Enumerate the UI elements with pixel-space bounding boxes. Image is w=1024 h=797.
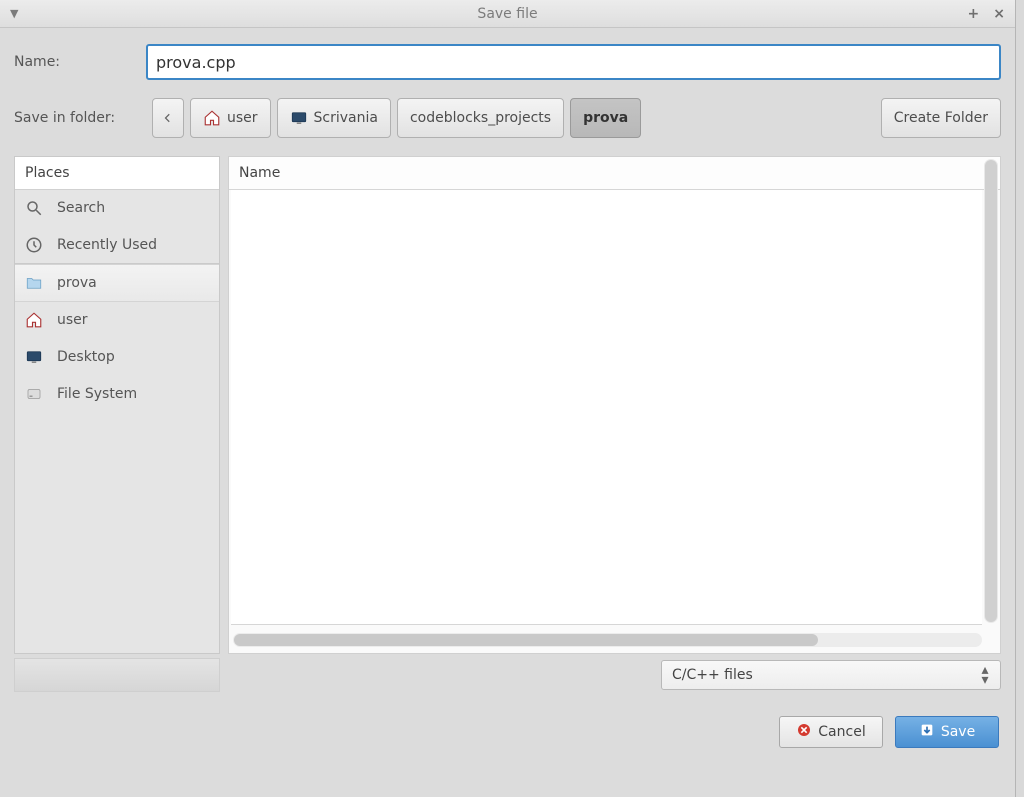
place-label: File System: [57, 386, 137, 402]
dropdown-spinner-icon: ▴▾: [978, 661, 992, 689]
home-icon: [203, 109, 221, 127]
file-list-body[interactable]: [231, 190, 982, 625]
filetype-select[interactable]: C/C++ files ▴▾: [661, 660, 1001, 690]
create-folder-label: Create Folder: [894, 110, 988, 126]
file-list-column-name[interactable]: Name: [229, 157, 1000, 190]
below-list-row: C/C++ files ▴▾: [220, 660, 1001, 692]
window-title: Save file: [477, 6, 537, 22]
path-segment-label: prova: [583, 110, 628, 126]
filetype-selected-label: C/C++ files: [672, 667, 753, 683]
path-back-button[interactable]: [152, 98, 184, 138]
desktop-icon: [25, 348, 43, 366]
places-panel: Places Search Recently Used: [14, 156, 220, 654]
place-label: Search: [57, 200, 105, 216]
plus-icon[interactable]: +: [968, 6, 980, 22]
vertical-scrollbar[interactable]: [984, 159, 998, 623]
search-icon: [25, 199, 43, 217]
path-segment-label: codeblocks_projects: [410, 110, 551, 126]
filename-input[interactable]: [146, 44, 1001, 80]
path-segment-prova[interactable]: prova: [570, 98, 641, 138]
cancel-label: Cancel: [818, 724, 865, 740]
path-segment-label: Scrivania: [314, 110, 378, 126]
place-recent[interactable]: Recently Used: [15, 227, 219, 264]
close-icon[interactable]: ×: [993, 6, 1005, 22]
window-menu-icon[interactable]: ▼: [10, 7, 18, 20]
name-label: Name:: [14, 54, 146, 70]
horizontal-scrollbar[interactable]: [233, 633, 982, 647]
path-segment-codeblocks[interactable]: codeblocks_projects: [397, 98, 564, 138]
cancel-button[interactable]: Cancel: [779, 716, 883, 748]
desktop-icon: [290, 109, 308, 127]
place-user[interactable]: user: [15, 302, 219, 339]
save-icon: [919, 722, 935, 742]
place-desktop[interactable]: Desktop: [15, 339, 219, 376]
dialog-body: Name: Save in folder: user Scrivania: [0, 28, 1015, 748]
home-icon: [25, 311, 43, 329]
places-fill: [15, 413, 219, 653]
chevron-left-icon: [163, 113, 173, 123]
recent-icon: [25, 236, 43, 254]
place-label: Recently Used: [57, 237, 157, 253]
preview-strip: [14, 658, 220, 692]
file-list-panel: Name: [228, 156, 1001, 654]
place-search[interactable]: Search: [15, 190, 219, 227]
save-label: Save: [941, 724, 975, 740]
create-folder-button[interactable]: Create Folder: [881, 98, 1001, 138]
name-row: Name:: [14, 44, 1001, 80]
save-dialog-window: ▼ Save file + × Name: Save in folder: us…: [0, 0, 1016, 797]
file-area: Places Search Recently Used: [14, 156, 1001, 654]
disk-icon: [25, 385, 43, 403]
cancel-icon: [796, 722, 812, 742]
folder-row: Save in folder: user Scrivania codeblock…: [14, 98, 1001, 138]
place-prova[interactable]: prova: [15, 264, 219, 302]
places-header: Places: [15, 157, 219, 190]
scrollbar-thumb[interactable]: [985, 160, 997, 622]
place-label: Desktop: [57, 349, 115, 365]
action-row: Cancel Save: [14, 716, 1001, 748]
path-segment-user[interactable]: user: [190, 98, 271, 138]
place-label: user: [57, 312, 88, 328]
window-controls: + ×: [968, 6, 1005, 22]
path-segment-scrivania[interactable]: Scrivania: [277, 98, 391, 138]
place-label: prova: [57, 275, 97, 291]
folder-label: Save in folder:: [14, 110, 146, 126]
scrollbar-thumb[interactable]: [234, 634, 818, 646]
path-segment-label: user: [227, 110, 258, 126]
save-button[interactable]: Save: [895, 716, 999, 748]
place-filesystem[interactable]: File System: [15, 376, 219, 413]
titlebar[interactable]: ▼ Save file + ×: [0, 0, 1015, 28]
folder-icon: [25, 274, 43, 292]
